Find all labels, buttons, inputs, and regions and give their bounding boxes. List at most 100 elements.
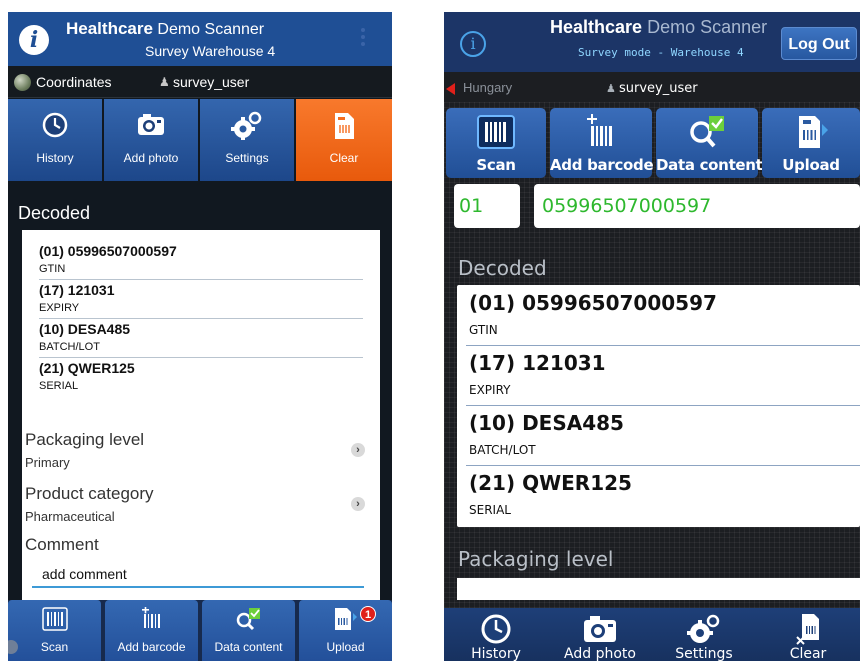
history-button[interactable]: History [8, 99, 102, 181]
user-icon: ♟ [606, 83, 616, 95]
decoded-key: SERIAL [469, 503, 511, 517]
settings-label: Settings [225, 151, 269, 165]
history-label: History [36, 151, 74, 165]
gear-icon [200, 111, 294, 140]
scan-button[interactable]: Scan [8, 600, 101, 661]
history-button[interactable]: History [444, 608, 548, 661]
chevron-right-icon: › [351, 497, 365, 511]
magnifier-check-icon [656, 114, 758, 150]
upload-label: Upload [782, 156, 840, 174]
decoded-value: (01) 05996507000597 [39, 243, 177, 259]
decoded-card: (01) 05996507000597 GTIN (17) 121031 EXP… [457, 285, 860, 527]
packaging-level-value: Primary [25, 455, 70, 470]
add-barcode-icon [105, 606, 198, 631]
clear-button[interactable]: Clear [296, 99, 392, 181]
decoded-card: (01) 05996507000597 GTIN (17) 121031 EXP… [22, 230, 380, 602]
decoded-row-gtin: (01) 05996507000597 GTIN [39, 243, 363, 280]
info-bar: Hungary ♟ survey_user [444, 76, 860, 102]
product-category-title: Product category [25, 484, 154, 503]
app-header: i Healthcare Demo Scanner Survey Warehou… [8, 12, 392, 66]
decoded-row-serial: (21) QWER125 SERIAL [39, 360, 363, 397]
decoded-row-expiry: (17) 121031 EXPIRY [39, 282, 363, 319]
packaging-level-title: Packaging level [25, 430, 145, 449]
packaging-level-selector[interactable]: Packaging level Primary › [25, 430, 365, 476]
decoded-value: (17) 121031 [469, 351, 606, 375]
product-category-selector[interactable]: Product category Pharmaceutical › [25, 484, 365, 530]
decoded-row-expiry: (17) 121031 EXPIRY [466, 346, 860, 406]
clear-button[interactable]: Clear [756, 608, 860, 661]
info-icon[interactable]: i [460, 31, 486, 57]
decoded-title: Decoded [18, 203, 91, 223]
camera-icon [548, 612, 652, 646]
camera-icon [104, 111, 198, 139]
location-flag-icon [446, 83, 455, 95]
app-title: Healthcare Demo Scanner [550, 17, 768, 37]
username-label: survey_user [619, 81, 698, 96]
decoded-value: (10) DESA485 [469, 411, 624, 435]
add-barcode-label: Add barcode [550, 156, 654, 174]
decoded-key: GTIN [469, 323, 498, 337]
settings-label: Settings [675, 646, 733, 661]
add-photo-label: Add photo [123, 151, 179, 165]
settings-button[interactable]: Settings [652, 608, 756, 661]
upload-count-badge: 1 [360, 606, 376, 622]
app-header: i Healthcare Demo Scanner Survey mode - … [444, 12, 860, 72]
scan-label: Scan [40, 640, 69, 654]
decoded-value: (01) 05996507000597 [469, 291, 717, 315]
clear-label: Clear [329, 151, 359, 165]
left-phone-screen: i Healthcare Demo Scanner Survey Warehou… [8, 12, 392, 661]
decoded-value: (21) QWER125 [39, 360, 135, 376]
user-icon: ♟ [159, 75, 170, 89]
add-barcode-button[interactable]: Add barcode [550, 108, 654, 178]
product-category-value: Pharmaceutical [25, 509, 115, 524]
decoded-title: Decoded [458, 256, 547, 280]
ai-code-field[interactable]: 01 [454, 184, 520, 228]
barcode-icon [446, 114, 546, 150]
chevron-right-icon: › [351, 443, 365, 457]
logout-button[interactable]: Log Out [781, 27, 857, 60]
clock-icon [444, 612, 548, 646]
add-barcode-icon [550, 114, 652, 150]
bottom-toolbar: History Add photo Settings Clear [444, 608, 860, 661]
add-photo-label: Add photo [564, 646, 636, 661]
info-logo-icon[interactable]: i [19, 25, 49, 55]
decoded-value: (10) DESA485 [39, 321, 131, 337]
decoded-key: EXPIRY [39, 302, 80, 314]
overflow-menu-icon[interactable] [361, 26, 367, 50]
decoded-value: (17) 121031 [39, 282, 115, 298]
upload-icon [299, 607, 392, 631]
upload-button[interactable]: 1 Upload [299, 600, 392, 661]
packaging-level-field[interactable] [457, 578, 860, 600]
scan-button[interactable]: Scan [446, 108, 546, 178]
clock-icon [8, 111, 102, 139]
right-phone-screen: i Healthcare Demo Scanner Survey mode - … [444, 12, 860, 661]
clear-label: Clear [789, 646, 827, 661]
comment-input[interactable]: add comment [32, 566, 364, 588]
clear-document-icon [756, 612, 860, 646]
packaging-level-title: Packaging level [458, 547, 614, 571]
app-title: Healthcare Demo Scanner [66, 19, 265, 38]
barcode-value-field[interactable]: 05996507000597 [534, 184, 860, 228]
username-label: survey_user [173, 74, 250, 90]
data-content-button[interactable]: Data content [656, 108, 763, 178]
data-content-label: Data content [214, 640, 283, 654]
add-photo-button[interactable]: Add photo [548, 608, 652, 661]
decoded-key: BATCH/LOT [469, 443, 536, 457]
history-label: History [471, 646, 521, 661]
decoded-key: EXPIRY [469, 383, 511, 397]
settings-button[interactable]: Settings [200, 99, 294, 181]
upload-button[interactable]: Upload [762, 108, 860, 178]
decoded-key: GTIN [39, 263, 66, 275]
add-barcode-button[interactable]: Add barcode [105, 600, 198, 661]
decoded-row-batch: (10) DESA485 BATCH/LOT [39, 321, 363, 358]
add-photo-button[interactable]: Add photo [104, 99, 198, 181]
decoded-row-batch: (10) DESA485 BATCH/LOT [466, 406, 860, 466]
upload-label: Upload [326, 640, 365, 654]
decoded-key: SERIAL [39, 380, 79, 392]
data-content-button[interactable]: Data content [202, 600, 295, 661]
data-content-label: Data content [656, 156, 763, 174]
decoded-key: BATCH/LOT [39, 341, 100, 353]
info-bar: Coordinates ♟ survey_user [8, 66, 392, 98]
bottom-toolbar: Scan Add barcode Data content 1 Upload [8, 600, 392, 661]
decoded-row-gtin: (01) 05996507000597 GTIN [466, 286, 860, 346]
